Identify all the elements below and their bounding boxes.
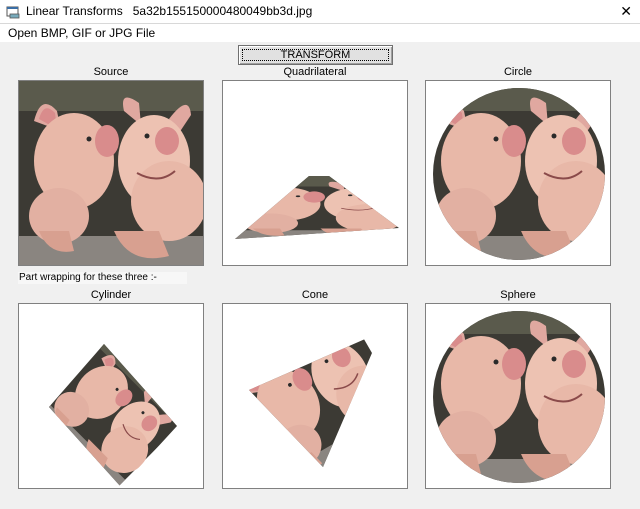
caption-circle: Circle — [503, 66, 533, 78]
panel-source — [18, 80, 204, 266]
menu-bar: Open BMP, GIF or JPG File — [0, 24, 640, 42]
transform-button-label: TRANSFORM — [242, 49, 389, 61]
title-bar: Linear Transforms 5a32b155150000480049bb… — [0, 0, 640, 24]
panel-cone — [222, 303, 408, 489]
transform-button[interactable]: TRANSFORM — [238, 45, 393, 65]
wrap-note: Part wrapping for these three :- — [18, 272, 187, 284]
panel-quadrilateral — [222, 80, 408, 266]
cone-image — [249, 332, 381, 467]
close-icon[interactable]: ✕ — [620, 3, 632, 20]
quadrilateral-image — [235, 176, 399, 239]
app-window-icon — [6, 6, 20, 19]
caption-quadrilateral: Quadrilateral — [283, 66, 347, 78]
source-image — [19, 81, 203, 265]
circle-image — [433, 88, 605, 260]
cylinder-image — [49, 344, 177, 487]
panel-cylinder — [18, 303, 204, 489]
file-name: 5a32b155150000480049bb3d.jpg — [132, 4, 313, 18]
caption-source: Source — [93, 66, 129, 78]
menu-open-file[interactable]: Open BMP, GIF or JPG File — [8, 26, 155, 40]
caption-cylinder: Cylinder — [90, 289, 132, 301]
app-name: Linear Transforms — [26, 4, 123, 18]
panel-circle — [425, 80, 611, 266]
panel-sphere — [425, 303, 611, 489]
sphere-image — [433, 311, 605, 483]
caption-cone: Cone — [301, 289, 329, 301]
window-title: Linear Transforms 5a32b155150000480049bb… — [26, 4, 312, 18]
caption-sphere: Sphere — [500, 289, 536, 301]
